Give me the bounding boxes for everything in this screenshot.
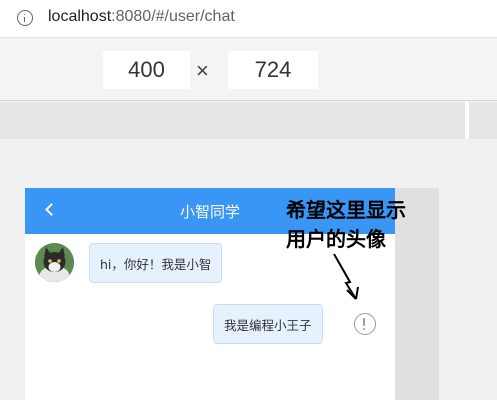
info-icon[interactable]	[17, 10, 33, 26]
device-toolbar: 400 724	[0, 39, 497, 101]
annotation-arrow-icon	[333, 253, 359, 300]
message-bubble-bot: hi，你好！我是小智	[89, 243, 223, 283]
url-text[interactable]: localhost:8080/#/user/chat	[48, 8, 235, 26]
address-bar[interactable]: localhost:8080/#/user/chat	[0, 0, 497, 38]
exclamation-circle-icon	[354, 313, 376, 335]
cat-avatar-image	[35, 243, 74, 282]
url-path: :8080/#/user/chat	[111, 8, 235, 25]
url-host: localhost	[48, 8, 112, 25]
annotation-line-1: 希望这里显示	[286, 198, 406, 222]
annotation-line-2: 用户的头像	[286, 227, 386, 251]
annotation-note: 希望这里显示 用户的头像	[286, 196, 446, 254]
dimension-separator: ×	[196, 58, 209, 83]
viewport-width-input[interactable]: 400	[103, 51, 190, 89]
bot-avatar	[35, 243, 74, 282]
ruler-marker	[465, 102, 469, 139]
viewport-height-input[interactable]: 724	[228, 51, 318, 89]
message-bubble-user: 我是编程小王子	[213, 304, 323, 344]
media-query-ruler	[0, 102, 497, 139]
